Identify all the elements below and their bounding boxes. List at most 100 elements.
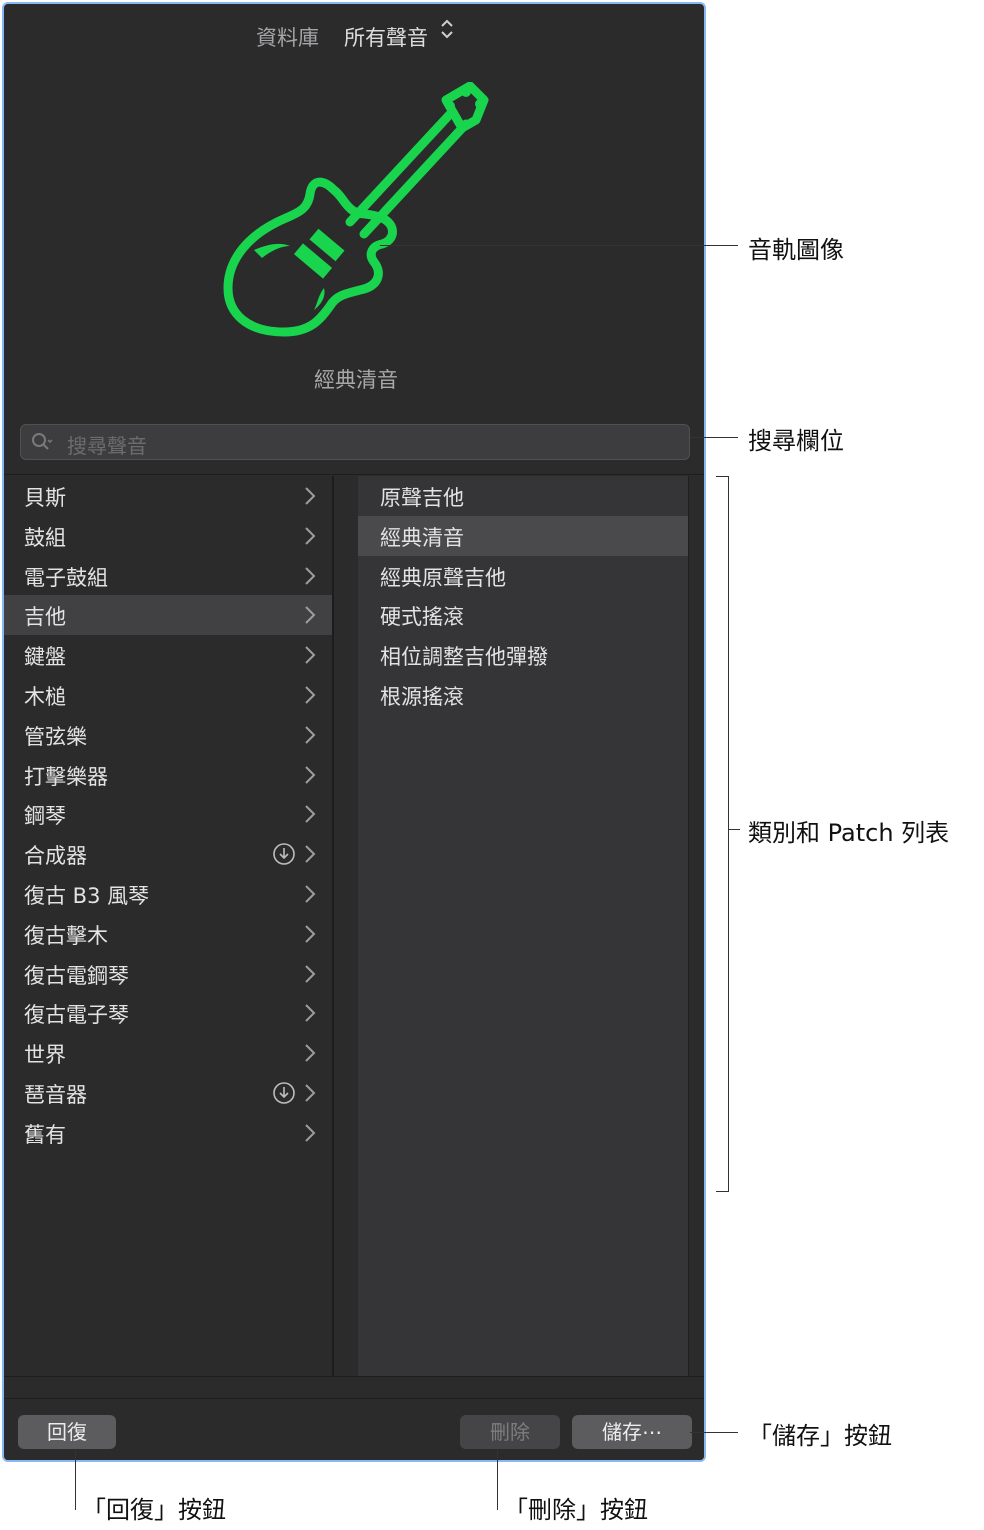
callout-delete-button: 「刪除」按鈕 bbox=[504, 1496, 648, 1524]
patch-item[interactable]: 經典清音 bbox=[358, 515, 688, 556]
callout-lists: 類別和 Patch 列表 bbox=[748, 819, 950, 847]
category-label: 木槌 bbox=[24, 685, 66, 709]
delete-button[interactable]: 刪除 bbox=[460, 1415, 560, 1449]
patch-item[interactable]: 相位調整吉他彈撥 bbox=[358, 635, 688, 675]
category-item[interactable]: 木槌 bbox=[4, 675, 332, 715]
category-label: 吉他 bbox=[24, 605, 66, 630]
category-label: 復古 B3 風琴 bbox=[24, 884, 150, 908]
chevron-right-icon bbox=[305, 527, 316, 545]
callout-bracket bbox=[716, 1191, 729, 1192]
save-button[interactable]: 儲存⋯ bbox=[572, 1415, 692, 1449]
patch-label: 經典原聲吉他 bbox=[380, 565, 506, 590]
callout-line bbox=[690, 1432, 738, 1433]
chevron-right-icon bbox=[305, 885, 316, 903]
revert-button[interactable]: 回復 bbox=[18, 1415, 116, 1449]
library-header: 資料庫 所有聲音 bbox=[4, 4, 704, 66]
patch-item[interactable]: 原聲吉他 bbox=[358, 476, 688, 516]
search-field[interactable]: 搜尋聲音 bbox=[20, 424, 690, 460]
category-label: 復古電子琴 bbox=[24, 1003, 129, 1028]
category-label: 鍵盤 bbox=[24, 645, 66, 670]
divider bbox=[4, 1376, 704, 1399]
callout-bracket bbox=[716, 476, 729, 477]
category-item[interactable]: 合成器 bbox=[4, 834, 332, 874]
category-item[interactable]: 管弦樂 bbox=[4, 715, 332, 755]
chevron-right-icon bbox=[305, 964, 316, 983]
category-item[interactable]: 吉他 bbox=[4, 595, 332, 636]
category-item[interactable]: 復古 B3 風琴 bbox=[4, 874, 332, 914]
category-item[interactable]: 復古擊木 bbox=[4, 914, 332, 954]
patch-list: 原聲吉他經典清音經典原聲吉他 硬式搖滾相位調整吉他彈撥 根源搖滾 bbox=[358, 476, 688, 1376]
library-label: 資料庫 bbox=[256, 26, 319, 50]
callout-line bbox=[728, 829, 740, 830]
patch-label: 根源搖滾 bbox=[380, 685, 464, 709]
category-item[interactable]: 鋼琴 bbox=[4, 794, 332, 834]
category-label: 復古擊木 bbox=[24, 923, 108, 948]
category-item[interactable]: 打擊樂器 bbox=[4, 755, 332, 795]
category-item[interactable]: 電子鼓組 bbox=[4, 556, 332, 596]
category-label: 貝斯 bbox=[24, 486, 66, 510]
category-label: 電子鼓組 bbox=[24, 565, 108, 590]
chevron-right-icon bbox=[305, 845, 316, 863]
category-item[interactable]: 鍵盤 bbox=[4, 635, 332, 675]
category-item[interactable]: 復古電子琴 bbox=[4, 993, 332, 1033]
callout-line bbox=[497, 1450, 498, 1510]
category-label: 復古電鋼琴 bbox=[24, 963, 129, 988]
category-label: 琶音器 bbox=[24, 1083, 87, 1107]
patch-label: 相位調整吉他彈撥 bbox=[380, 645, 548, 670]
category-label: 鼓組 bbox=[24, 525, 66, 550]
callout-revert-button: 「回復」按鈕 bbox=[82, 1496, 226, 1524]
category-label: 管弦樂 bbox=[24, 724, 87, 749]
chevron-right-icon bbox=[305, 805, 316, 824]
chevron-right-icon bbox=[305, 566, 316, 585]
category-label: 打擊樂器 bbox=[24, 764, 108, 789]
chevron-up-down-icon[interactable] bbox=[440, 18, 454, 41]
chevron-right-icon bbox=[305, 646, 316, 664]
callout-search-field: 搜尋欄位 bbox=[748, 427, 844, 455]
download-icon[interactable] bbox=[272, 1081, 296, 1105]
category-item[interactable]: 世界 bbox=[4, 1033, 332, 1073]
chevron-right-icon bbox=[305, 765, 316, 784]
search-icon bbox=[32, 433, 53, 450]
callout-bracket bbox=[728, 476, 729, 1192]
patch-label: 硬式搖滾 bbox=[380, 605, 464, 630]
callout-save-button: 「儲存」按鈕 bbox=[748, 1422, 892, 1450]
patch-item[interactable]: 經典原聲吉他 bbox=[358, 556, 688, 596]
chevron-right-icon bbox=[305, 1124, 316, 1142]
search-placeholder: 搜尋聲音 bbox=[67, 434, 147, 458]
chevron-right-icon bbox=[305, 726, 316, 744]
guitar-icon bbox=[223, 82, 489, 337]
category-label: 合成器 bbox=[24, 844, 87, 869]
chevron-right-icon bbox=[305, 686, 316, 704]
callout-line bbox=[690, 437, 738, 438]
callout-line bbox=[75, 1450, 76, 1510]
library-popup[interactable]: 所有聲音 bbox=[344, 22, 428, 52]
category-item[interactable]: 貝斯 bbox=[4, 476, 332, 516]
patch-label: 原聲吉他 bbox=[380, 486, 464, 510]
patch-item[interactable]: 硬式搖滾 bbox=[358, 595, 688, 635]
divider bbox=[4, 474, 704, 475]
category-label: 舊有 bbox=[24, 1122, 66, 1147]
patch-title: 經典清音 bbox=[314, 368, 398, 392]
callout-line bbox=[380, 245, 738, 246]
chevron-right-icon bbox=[305, 1004, 316, 1023]
scrollbar[interactable] bbox=[688, 476, 704, 1376]
chevron-right-icon bbox=[305, 925, 316, 943]
bottom-toolbar: 回復 刪除 儲存⋯ bbox=[4, 1398, 704, 1460]
chevron-right-icon bbox=[305, 606, 316, 625]
chevron-right-icon bbox=[305, 1044, 316, 1062]
category-item[interactable]: 琶音器 bbox=[4, 1073, 332, 1113]
category-item[interactable]: 鼓組 bbox=[4, 516, 332, 556]
patch-label: 經典清音 bbox=[380, 525, 464, 550]
category-label: 世界 bbox=[24, 1043, 66, 1068]
category-item[interactable]: 復古電鋼琴 bbox=[4, 954, 332, 994]
chevron-right-icon bbox=[305, 1084, 316, 1102]
patch-item[interactable]: 根源搖滾 bbox=[358, 675, 688, 715]
category-item[interactable]: 舊有 bbox=[4, 1113, 332, 1153]
category-label: 鋼琴 bbox=[24, 804, 66, 829]
callout-track-image: 音軌圖像 bbox=[748, 236, 844, 264]
gutter bbox=[334, 476, 358, 1376]
library-panel: 資料庫 所有聲音 經典清音 搜尋聲音 貝斯 鼓組 電子鼓組 吉他 鍵盤 木槌管弦… bbox=[2, 2, 706, 1462]
chevron-right-icon bbox=[305, 487, 316, 505]
category-list: 貝斯鼓組電子鼓組吉他鍵盤木槌管弦樂打擊樂器鋼琴合成器復古 B3 風琴 復古擊木復古… bbox=[4, 476, 332, 1376]
download-icon[interactable] bbox=[272, 842, 296, 866]
